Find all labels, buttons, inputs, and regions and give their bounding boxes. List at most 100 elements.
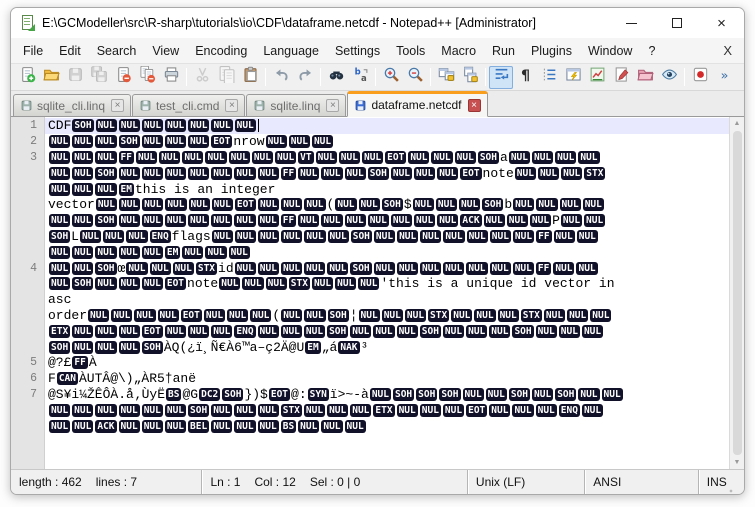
save-button[interactable]: [63, 66, 87, 89]
text-segment: F: [48, 371, 56, 386]
menu-item-edit[interactable]: Edit: [51, 41, 89, 61]
text-segment: CDF: [48, 118, 71, 133]
control-char-block: NUL: [258, 214, 279, 227]
print-button[interactable]: [159, 66, 183, 89]
control-char-block: NUL: [544, 309, 565, 322]
doc-lines: lines : 7: [96, 475, 137, 489]
control-char-block: NUL: [165, 198, 186, 211]
tab-dataframe.netcdf[interactable]: dataframe.netcdf×: [347, 91, 487, 117]
redo-button[interactable]: [293, 66, 317, 89]
control-char-block: NUL: [49, 420, 70, 433]
control-char-block: NUL: [345, 214, 366, 227]
sync-horizontal-button[interactable]: [458, 66, 482, 89]
record-macro-button[interactable]: [688, 66, 712, 89]
close-button[interactable]: [111, 66, 135, 89]
minimize-button[interactable]: [609, 8, 654, 38]
new-file-button[interactable]: [15, 66, 39, 89]
overflow-button[interactable]: »: [712, 66, 736, 89]
undo-button[interactable]: [269, 66, 293, 89]
control-char-block: NUL: [345, 420, 366, 433]
zoom-in-button[interactable]: [379, 66, 403, 89]
control-char-block: NUL: [443, 404, 464, 417]
open-file-button[interactable]: [39, 66, 63, 89]
menu-item-tools[interactable]: Tools: [388, 41, 433, 61]
control-char-block: NUL: [509, 151, 530, 164]
control-char-block: NUL: [211, 325, 232, 338]
control-char-block: NUL: [72, 325, 93, 338]
show-all-characters-button[interactable]: ¶: [513, 66, 537, 89]
tab-sqlite_cli.linq[interactable]: sqlite_cli.linq×: [13, 94, 131, 116]
control-char-block: NUL: [136, 151, 157, 164]
close-button[interactable]: ×: [699, 8, 744, 38]
copy-button[interactable]: [214, 66, 238, 89]
editor-pane[interactable]: 1CDFSOHNULNULNULNULNULNULNUL2NULNULNULSO…: [11, 117, 744, 470]
control-char-block: NUL: [554, 230, 575, 243]
menubar-close-icon[interactable]: X: [723, 43, 732, 58]
cut-button[interactable]: [190, 66, 214, 89]
encoding[interactable]: ANSI: [585, 470, 698, 494]
save-all-icon: [91, 66, 108, 88]
function-list-button[interactable]: [609, 66, 633, 89]
insert-mode[interactable]: INS: [699, 470, 744, 494]
vertical-scrollbar[interactable]: ▲ ▼: [729, 117, 744, 469]
menu-item-view[interactable]: View: [144, 41, 187, 61]
menu-item-language[interactable]: Language: [255, 41, 327, 61]
tab-test_cli.cmd[interactable]: test_cli.cmd×: [132, 94, 245, 116]
saved-file-icon: [20, 99, 33, 112]
sync-vertical-button[interactable]: [434, 66, 458, 89]
scroll-down-icon[interactable]: ▼: [734, 456, 741, 469]
text-area[interactable]: 1CDFSOHNULNULNULNULNULNULNUL2NULNULNULSO…: [11, 118, 729, 469]
paste-button[interactable]: [238, 66, 262, 89]
control-char-block: NUL: [119, 119, 140, 132]
control-char-block: NUL: [560, 198, 581, 211]
resize-grip[interactable]: [727, 482, 734, 494]
tab-close-icon[interactable]: ×: [468, 99, 481, 112]
control-char-block: NUL: [420, 262, 441, 275]
control-char-block: STX: [584, 167, 605, 180]
find-button[interactable]: [324, 66, 348, 89]
eol-format[interactable]: Unix (LF): [468, 470, 585, 494]
tab-close-icon[interactable]: ×: [326, 99, 339, 112]
monitoring-button[interactable]: [657, 66, 681, 89]
control-char-block: NUL: [119, 404, 140, 417]
word-wrap-button[interactable]: [489, 66, 513, 89]
menu-item-settings[interactable]: Settings: [327, 41, 388, 61]
menu-item-run[interactable]: Run: [484, 41, 523, 61]
editor-row: 7@S¥i¼ŽÊÔÀ.å‚ÙyËBS@GDC2SOH})$EOT@:SYNï>~…: [11, 387, 729, 403]
indent-guides-button[interactable]: [537, 66, 561, 89]
save-icon: [67, 66, 84, 88]
menu-item-window[interactable]: Window: [580, 41, 640, 61]
replace-button[interactable]: ba: [348, 66, 372, 89]
scrollbar-thumb[interactable]: [733, 131, 742, 455]
control-char-block: NUL: [188, 135, 209, 148]
control-char-block: NUL: [489, 325, 510, 338]
menu-item-help[interactable]: ?: [640, 41, 663, 61]
close-all-button[interactable]: [135, 66, 159, 89]
control-char-block: NUL: [119, 246, 140, 259]
user-defined-language-button[interactable]: [561, 66, 585, 89]
tab-close-icon[interactable]: ×: [225, 99, 238, 112]
menu-item-plugins[interactable]: Plugins: [523, 41, 580, 61]
tab-close-icon[interactable]: ×: [111, 99, 124, 112]
control-char-block: NUL: [335, 277, 356, 290]
document-map-button[interactable]: [585, 66, 609, 89]
control-char-block: STX: [521, 309, 542, 322]
menu-item-search[interactable]: Search: [89, 41, 145, 61]
row-content: NULNULNULEMthis is an integer: [45, 181, 729, 197]
title-bar[interactable]: E:\GCModeller\src\R-sharp\tutorials\io\C…: [11, 8, 744, 38]
folder-as-workspace-button[interactable]: [633, 66, 657, 89]
control-char-block: SOH: [416, 388, 437, 401]
maximize-button[interactable]: [654, 8, 699, 38]
row-content: vectorNULNULNULNULNULNULEOTNULNULNUL(NUL…: [45, 197, 729, 213]
menu-item-file[interactable]: File: [15, 41, 51, 61]
menu-item-macro[interactable]: Macro: [433, 41, 484, 61]
text-caret: [258, 119, 260, 132]
text-segment: note: [187, 276, 218, 291]
save-all-button[interactable]: [87, 66, 111, 89]
tab-sqlite.linq[interactable]: sqlite.linq×: [246, 94, 346, 116]
menu-item-encoding[interactable]: Encoding: [187, 41, 255, 61]
control-char-block: NUL: [88, 309, 109, 322]
scroll-up-icon[interactable]: ▲: [734, 117, 741, 130]
control-char-block: NUL: [173, 262, 194, 275]
zoom-out-button[interactable]: [403, 66, 427, 89]
